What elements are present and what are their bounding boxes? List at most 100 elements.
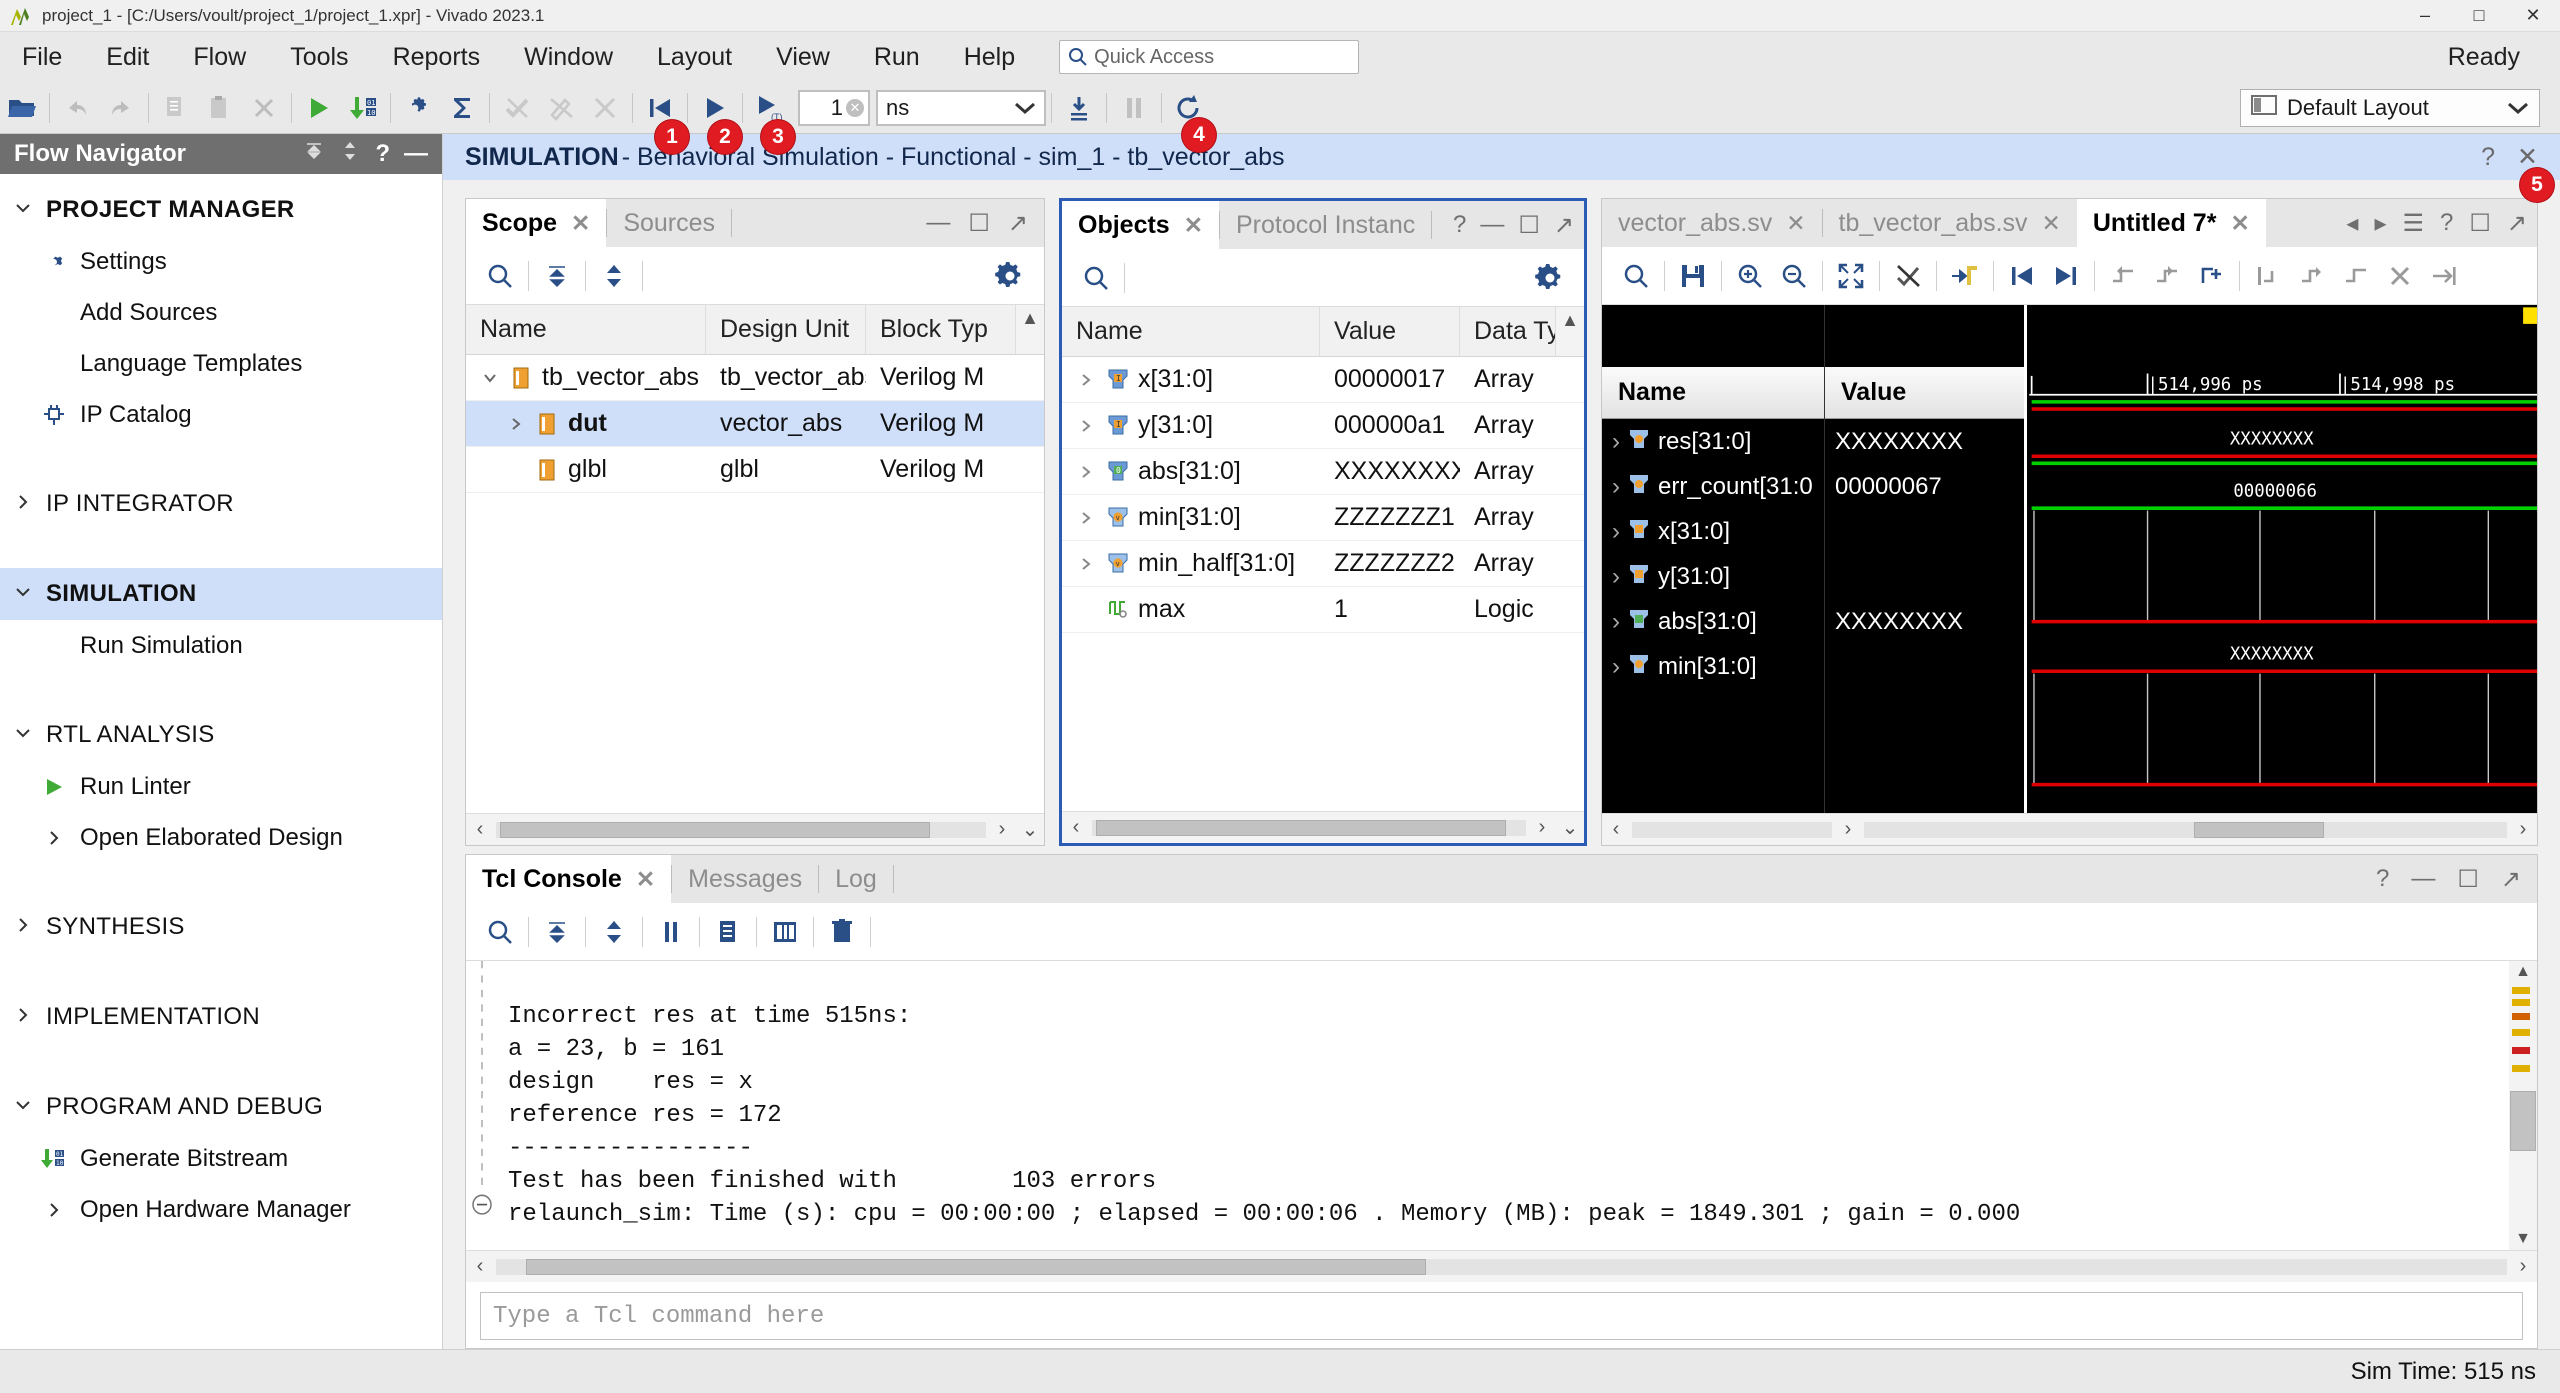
chevron-right-icon[interactable]: › bbox=[1612, 653, 1620, 681]
tab-tb-vector-abs-sv[interactable]: tb_vector_abs.sv ✕ bbox=[1823, 199, 2077, 247]
close-icon[interactable]: ✕ bbox=[571, 210, 590, 237]
close-button[interactable]: ✕ bbox=[2506, 0, 2560, 31]
search-icon[interactable] bbox=[478, 910, 522, 954]
table-row[interactable]: v min_half[31:0] ZZZZZZZ2 Array bbox=[1062, 541, 1584, 587]
flownav-item-add-sources[interactable]: Add Sources bbox=[0, 287, 442, 338]
flownav-item-open-hardware-manager[interactable]: Open Hardware Manager bbox=[0, 1184, 442, 1235]
col-value[interactable]: Value bbox=[1320, 307, 1460, 356]
wave-row[interactable]: › res[31:0] bbox=[1602, 419, 1824, 464]
col-data-type[interactable]: Data Ty bbox=[1460, 307, 1556, 356]
next-tab-icon[interactable]: ▸ bbox=[2374, 209, 2386, 238]
flownav-group-project-manager[interactable]: PROJECT MANAGER bbox=[0, 184, 442, 236]
pause-icon[interactable] bbox=[1115, 88, 1153, 128]
clear-markers-icon[interactable] bbox=[1886, 254, 1930, 298]
delete-marker-icon[interactable] bbox=[2378, 254, 2422, 298]
relaunch-simulation-icon[interactable]: 4 bbox=[1170, 88, 1208, 128]
copy-icon[interactable] bbox=[706, 910, 750, 954]
chevron-right-icon[interactable] bbox=[506, 416, 526, 432]
help-icon[interactable]: ? bbox=[375, 140, 390, 168]
expand-all-icon[interactable] bbox=[592, 910, 636, 954]
table-row[interactable]: 0 abs[31:0] XXXXXXXX Array bbox=[1062, 449, 1584, 495]
minimize-button[interactable]: – bbox=[2398, 0, 2452, 31]
table-row[interactable]: tb_vector_abs tb_vector_abs Verilog M bbox=[466, 355, 1044, 401]
wave-row[interactable]: › x[31:0] bbox=[1602, 509, 1824, 554]
collapse-all-icon[interactable] bbox=[303, 140, 325, 169]
wave-row[interactable]: › abs[31:0] bbox=[1602, 599, 1824, 644]
chevron-right-icon[interactable] bbox=[1076, 418, 1096, 434]
prev-transition-icon[interactable] bbox=[2101, 254, 2145, 298]
flownav-group-synthesis[interactable]: SYNTHESIS bbox=[0, 901, 442, 953]
scroll-right-icon[interactable]: › bbox=[2509, 1255, 2537, 1278]
zoom-fit-icon[interactable] bbox=[1829, 254, 1873, 298]
scroll-right-icon[interactable]: › bbox=[988, 818, 1016, 841]
chevron-right-icon[interactable]: › bbox=[1612, 428, 1620, 456]
menu-view[interactable]: View bbox=[754, 32, 852, 82]
vertical-scrollbar[interactable]: ▲ bbox=[1016, 305, 1044, 354]
float-panel-icon[interactable]: ↗ bbox=[2507, 209, 2527, 238]
scrollbar-thumb[interactable] bbox=[500, 822, 930, 838]
chevron-right-icon[interactable]: › bbox=[1612, 518, 1620, 546]
scroll-right-icon[interactable]: › bbox=[2509, 818, 2537, 841]
scrollbar-thumb[interactable] bbox=[2194, 822, 2324, 838]
help-icon[interactable]: ? bbox=[2376, 865, 2389, 893]
open-project-icon[interactable] bbox=[3, 88, 41, 128]
maximize-panel-icon[interactable]: ☐ bbox=[2457, 865, 2479, 894]
run-time-input[interactable]: 1 ✕ bbox=[798, 90, 870, 126]
generate-bitstream-icon[interactable]: 0110 bbox=[344, 88, 382, 128]
close-icon[interactable]: ✕ bbox=[1184, 212, 1203, 239]
tcl-command-input-wrapper[interactable] bbox=[480, 1292, 2523, 1340]
prev-tab-icon[interactable]: ◂ bbox=[2346, 209, 2358, 238]
scroll-right-icon[interactable]: › bbox=[1834, 818, 1862, 841]
close-x-icon[interactable] bbox=[245, 88, 283, 128]
help-icon[interactable]: ? bbox=[1453, 211, 1466, 239]
settings-gear-icon[interactable] bbox=[399, 88, 437, 128]
table-row[interactable]: max 1 Logic bbox=[1062, 587, 1584, 633]
table-row[interactable]: I x[31:0] 00000017 Array bbox=[1062, 357, 1584, 403]
snap-to-edge-icon[interactable] bbox=[1943, 254, 1987, 298]
waveform-canvas[interactable]: |514,996 ps |514,998 ps bbox=[2024, 305, 2537, 813]
chevron-right-icon[interactable] bbox=[1076, 556, 1096, 572]
table-row[interactable]: I y[31:0] 000000a1 Array bbox=[1062, 403, 1584, 449]
marker-left-icon[interactable] bbox=[2246, 254, 2290, 298]
minimize-panel-icon[interactable]: — bbox=[926, 209, 950, 237]
float-panel-icon[interactable]: ↗ bbox=[1554, 211, 1574, 240]
scroll-left-icon[interactable]: ‹ bbox=[466, 1255, 494, 1278]
step-icon[interactable] bbox=[1060, 88, 1098, 128]
scroll-left-icon[interactable]: ‹ bbox=[466, 818, 494, 841]
scroll-down-icon[interactable]: ⌄ bbox=[1556, 815, 1584, 840]
copy-icon[interactable] bbox=[157, 88, 195, 128]
flownav-group-program-and-debug[interactable]: PROGRAM AND DEBUG bbox=[0, 1081, 442, 1133]
flownav-group-simulation[interactable]: SIMULATION bbox=[0, 568, 442, 620]
no-check-icon[interactable] bbox=[498, 88, 536, 128]
tab-tcl-console[interactable]: Tcl Console ✕ bbox=[466, 855, 671, 903]
quick-access-box[interactable]: Quick Access bbox=[1059, 40, 1359, 74]
chevron-right-icon[interactable] bbox=[1076, 464, 1096, 480]
next-transition-icon[interactable] bbox=[2145, 254, 2189, 298]
menu-help[interactable]: Help bbox=[942, 32, 1037, 82]
scroll-down-icon[interactable]: ⌄ bbox=[1016, 817, 1044, 842]
close-icon[interactable]: ✕ bbox=[636, 866, 655, 893]
tab-untitled-7[interactable]: Untitled 7* ✕ bbox=[2077, 199, 2266, 247]
wave-row[interactable]: › y[31:0] bbox=[1602, 554, 1824, 599]
layout-columns-icon[interactable] bbox=[763, 910, 807, 954]
wave-row[interactable]: › min[31:0] bbox=[1602, 644, 1824, 689]
minimize-panel-icon[interactable]: — bbox=[2411, 865, 2435, 893]
console-vertical-scrollbar[interactable]: ▲ ▼ bbox=[2509, 961, 2537, 1250]
chevron-right-icon[interactable] bbox=[1076, 510, 1096, 526]
run-simulation-icon[interactable] bbox=[300, 88, 338, 128]
tab-scope[interactable]: Scope ✕ bbox=[466, 199, 606, 247]
tab-log[interactable]: Log bbox=[819, 855, 893, 903]
scrollbar-thumb[interactable] bbox=[526, 1259, 1426, 1275]
scrollbar-thumb[interactable] bbox=[1096, 820, 1506, 836]
flownav-item-run-simulation[interactable]: Run Simulation bbox=[0, 620, 442, 671]
wave-row[interactable]: › err_count[31:0 bbox=[1602, 464, 1824, 509]
pause-icon[interactable] bbox=[649, 910, 693, 954]
flownav-item-settings[interactable]: Settings bbox=[0, 236, 442, 287]
chevron-right-icon[interactable]: › bbox=[1612, 473, 1620, 501]
sigma-icon[interactable] bbox=[443, 88, 481, 128]
flownav-group-rtl-analysis[interactable]: RTL ANALYSIS bbox=[0, 709, 442, 761]
minimize-panel-icon[interactable]: — bbox=[1480, 211, 1504, 239]
flownav-group-ip-integrator[interactable]: IP INTEGRATOR bbox=[0, 478, 442, 530]
zoom-out-icon[interactable] bbox=[1772, 254, 1816, 298]
run-all-icon[interactable]: 2 bbox=[696, 88, 734, 128]
